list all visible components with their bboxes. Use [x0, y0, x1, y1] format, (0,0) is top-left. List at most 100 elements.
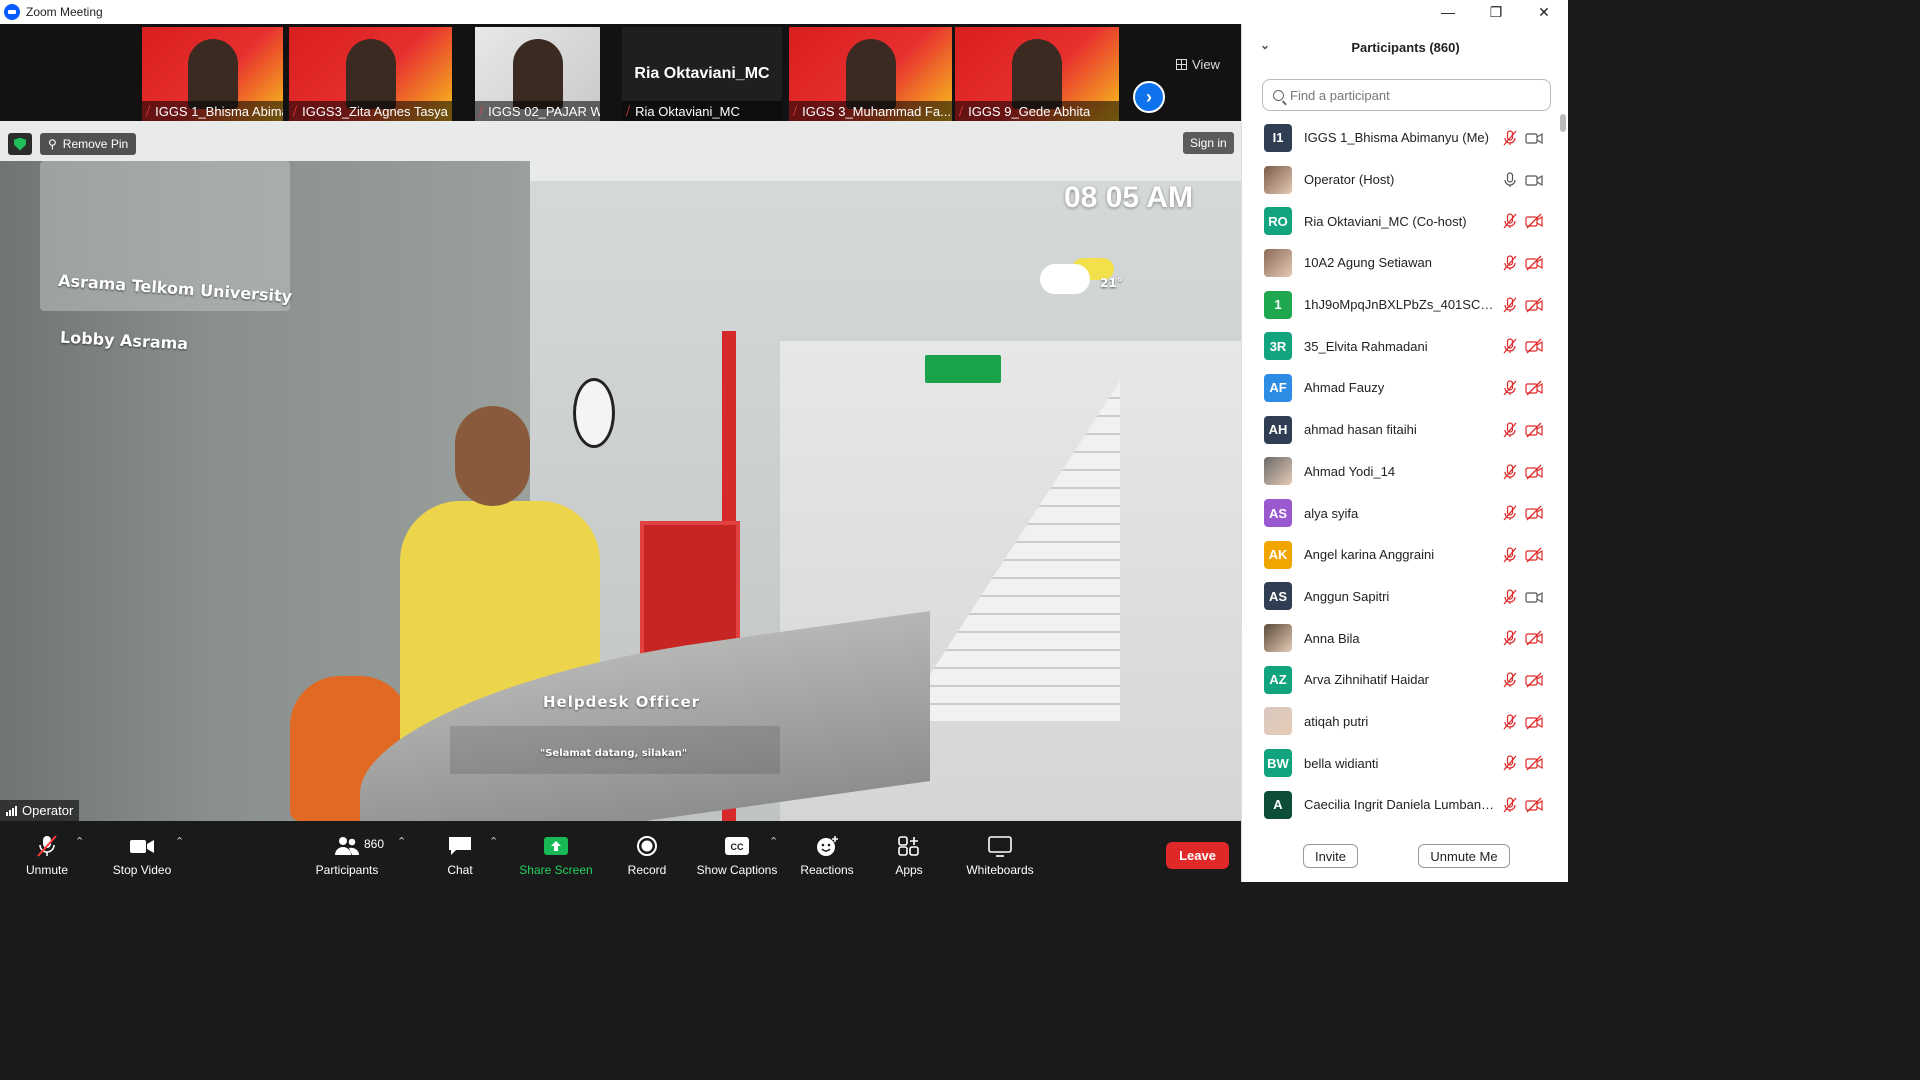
mic-muted-icon[interactable]	[1502, 547, 1518, 563]
apps-label: Apps	[895, 863, 923, 877]
participant-row[interactable]: A Caecilia Ingrit Daniela Lumban R...	[1242, 784, 1560, 825]
video-off-icon[interactable]	[1525, 630, 1543, 646]
mic-muted-icon[interactable]	[1502, 422, 1518, 438]
unmute-me-button[interactable]: Unmute Me	[1418, 844, 1510, 868]
mic-muted-icon[interactable]	[1502, 255, 1518, 271]
chat-options-caret-icon[interactable]: ⌃	[489, 835, 498, 848]
video-off-icon[interactable]	[1525, 755, 1543, 771]
scene-clock-text: 08 05 AM	[1064, 181, 1193, 214]
apps-button[interactable]: Apps	[889, 821, 929, 882]
participant-thumbnail[interactable]: Ria Oktaviani_MC ⧸ Ria Oktaviani_MC	[622, 27, 782, 121]
scrollbar-thumb[interactable]	[1560, 114, 1566, 132]
participant-list[interactable]: I1 IGGS 1_Bhisma Abimanyu (Me) Operator (H…	[1242, 117, 1560, 825]
participant-thumbnail[interactable]: ⧸ IGGS 1_Bhisma Abima...	[142, 27, 283, 121]
encryption-shield-icon[interactable]	[8, 133, 32, 155]
participant-list-scrollbar[interactable]	[1560, 112, 1566, 824]
collapse-chevron-icon[interactable]: ⌄	[1260, 38, 1270, 52]
video-off-icon[interactable]	[1525, 297, 1543, 313]
participant-row[interactable]: Ahmad Yodi_14	[1242, 451, 1560, 493]
video-off-icon[interactable]	[1525, 338, 1543, 354]
video-camera-icon[interactable]	[1525, 172, 1543, 188]
video-off-icon[interactable]	[1525, 213, 1543, 229]
participant-row[interactable]: 3R 35_Elvita Rahmadani	[1242, 325, 1560, 367]
participant-row[interactable]: AS alya syifa	[1242, 492, 1560, 534]
thumbnail-name-bar: ⧸ IGGS3_Zita Agnes Tasya	[289, 101, 452, 121]
share-screen-button[interactable]: Share Screen	[516, 821, 596, 882]
scene-temperature: 21°	[1100, 276, 1123, 290]
minimize-icon[interactable]: —	[1424, 0, 1472, 24]
invite-button[interactable]: Invite	[1303, 844, 1358, 868]
chat-label: Chat	[447, 863, 473, 877]
thumbnail-person	[345, 39, 396, 109]
participant-row[interactable]: Operator (Host)	[1242, 159, 1560, 201]
chat-button[interactable]: Chat	[440, 821, 480, 882]
captions-options-caret-icon[interactable]: ⌃	[769, 835, 778, 848]
participant-row[interactable]: AF Ahmad Fauzy	[1242, 367, 1560, 409]
video-off-icon[interactable]	[1525, 714, 1543, 730]
video-options-caret-icon[interactable]: ⌃	[175, 835, 184, 848]
participants-button[interactable]: Participants	[312, 821, 382, 882]
participant-search-input[interactable]	[1290, 87, 1540, 103]
participant-row[interactable]: RO Ria Oktaviani_MC (Co-host)	[1242, 200, 1560, 242]
mic-icon[interactable]	[1502, 172, 1518, 188]
participant-search-box[interactable]	[1262, 79, 1551, 111]
participant-name: Ahmad Yodi_14	[1304, 463, 1396, 479]
participant-thumbnail[interactable]: ⧸ IGGS 3_Muhammad Fa...	[789, 27, 952, 121]
video-camera-icon[interactable]	[1525, 589, 1543, 605]
participant-row[interactable]: Anna Bila	[1242, 617, 1560, 659]
participants-options-caret-icon[interactable]: ⌃	[397, 835, 406, 848]
participant-thumbnail[interactable]: ⧸ IGGS3_Zita Agnes Tasya	[289, 27, 452, 121]
leave-button[interactable]: Leave	[1166, 842, 1229, 869]
video-off-icon[interactable]	[1525, 255, 1543, 271]
mic-muted-icon[interactable]	[1502, 213, 1518, 229]
whiteboards-button[interactable]: Whiteboards	[961, 821, 1039, 882]
participant-row[interactable]: I1 IGGS 1_Bhisma Abimanyu (Me)	[1242, 117, 1560, 159]
mic-muted-icon[interactable]	[1502, 630, 1518, 646]
mic-muted-icon[interactable]	[1502, 380, 1518, 396]
reactions-smiley-icon	[817, 836, 838, 856]
video-off-icon[interactable]	[1525, 547, 1543, 563]
participant-thumbnail[interactable]: ⧸ IGGS 02_PAJAR WIRA ...	[475, 27, 600, 121]
mic-muted-icon[interactable]	[1502, 130, 1518, 146]
stop-video-button[interactable]: Stop Video	[108, 821, 176, 882]
participant-thumbnail[interactable]: ⧸ IGGS 9_Gede Abhita	[955, 27, 1119, 121]
mic-muted-icon[interactable]	[1502, 672, 1518, 688]
reactions-button[interactable]: Reactions	[797, 821, 857, 882]
view-button[interactable]: View	[1176, 57, 1220, 72]
mic-muted-icon[interactable]	[1502, 463, 1518, 480]
unmute-button[interactable]: Unmute	[22, 821, 72, 882]
weather-icon	[1040, 264, 1090, 294]
mic-muted-icon[interactable]	[1502, 505, 1518, 521]
participant-row[interactable]: AH ahmad hasan fitaihi	[1242, 409, 1560, 451]
close-icon[interactable]: ✕	[1520, 0, 1568, 24]
video-off-icon[interactable]	[1525, 672, 1543, 688]
participant-row[interactable]: atiqah putri	[1242, 701, 1560, 743]
participant-row[interactable]: AZ Arva Zihnihatif Haidar	[1242, 659, 1560, 701]
participant-row[interactable]: 1 1hJ9oMpqJnBXLPbZs_401SCkiY...	[1242, 284, 1560, 326]
participant-row[interactable]: BW bella widianti	[1242, 742, 1560, 784]
video-camera-icon[interactable]	[1525, 130, 1543, 146]
next-page-button[interactable]: ›	[1133, 81, 1165, 113]
participant-row[interactable]: AS Anggun Sapitri	[1242, 576, 1560, 618]
video-off-icon[interactable]	[1525, 797, 1543, 813]
mic-muted-icon[interactable]	[1502, 338, 1518, 354]
audio-options-caret-icon[interactable]: ⌃	[75, 835, 84, 848]
mic-muted-icon[interactable]	[1502, 755, 1518, 771]
mic-muted-icon[interactable]	[1502, 797, 1518, 813]
panel-header: ⌄ Participants (860)	[1242, 24, 1569, 70]
mic-muted-icon[interactable]	[1502, 297, 1518, 313]
video-off-icon[interactable]	[1525, 380, 1543, 396]
participant-row[interactable]: AK Angel karina Anggraini	[1242, 534, 1560, 576]
video-off-icon[interactable]	[1525, 422, 1543, 438]
show-captions-button[interactable]: CC Show Captions	[694, 821, 780, 882]
mic-muted-icon[interactable]	[1502, 714, 1518, 730]
restore-icon[interactable]: ❐	[1472, 0, 1520, 24]
mic-muted-icon[interactable]	[1502, 588, 1518, 605]
video-off-icon[interactable]	[1525, 464, 1543, 480]
remove-pin-button[interactable]: ⚲ Remove Pin	[40, 133, 137, 155]
record-button[interactable]: Record	[622, 821, 672, 882]
sign-in-button[interactable]: Sign in	[1183, 132, 1234, 154]
video-off-icon[interactable]	[1525, 505, 1543, 521]
main-video[interactable]: Asrama Telkom University Lobby Asrama 08…	[0, 121, 1241, 821]
participant-row[interactable]: 10A2 Agung Setiawan	[1242, 242, 1560, 284]
